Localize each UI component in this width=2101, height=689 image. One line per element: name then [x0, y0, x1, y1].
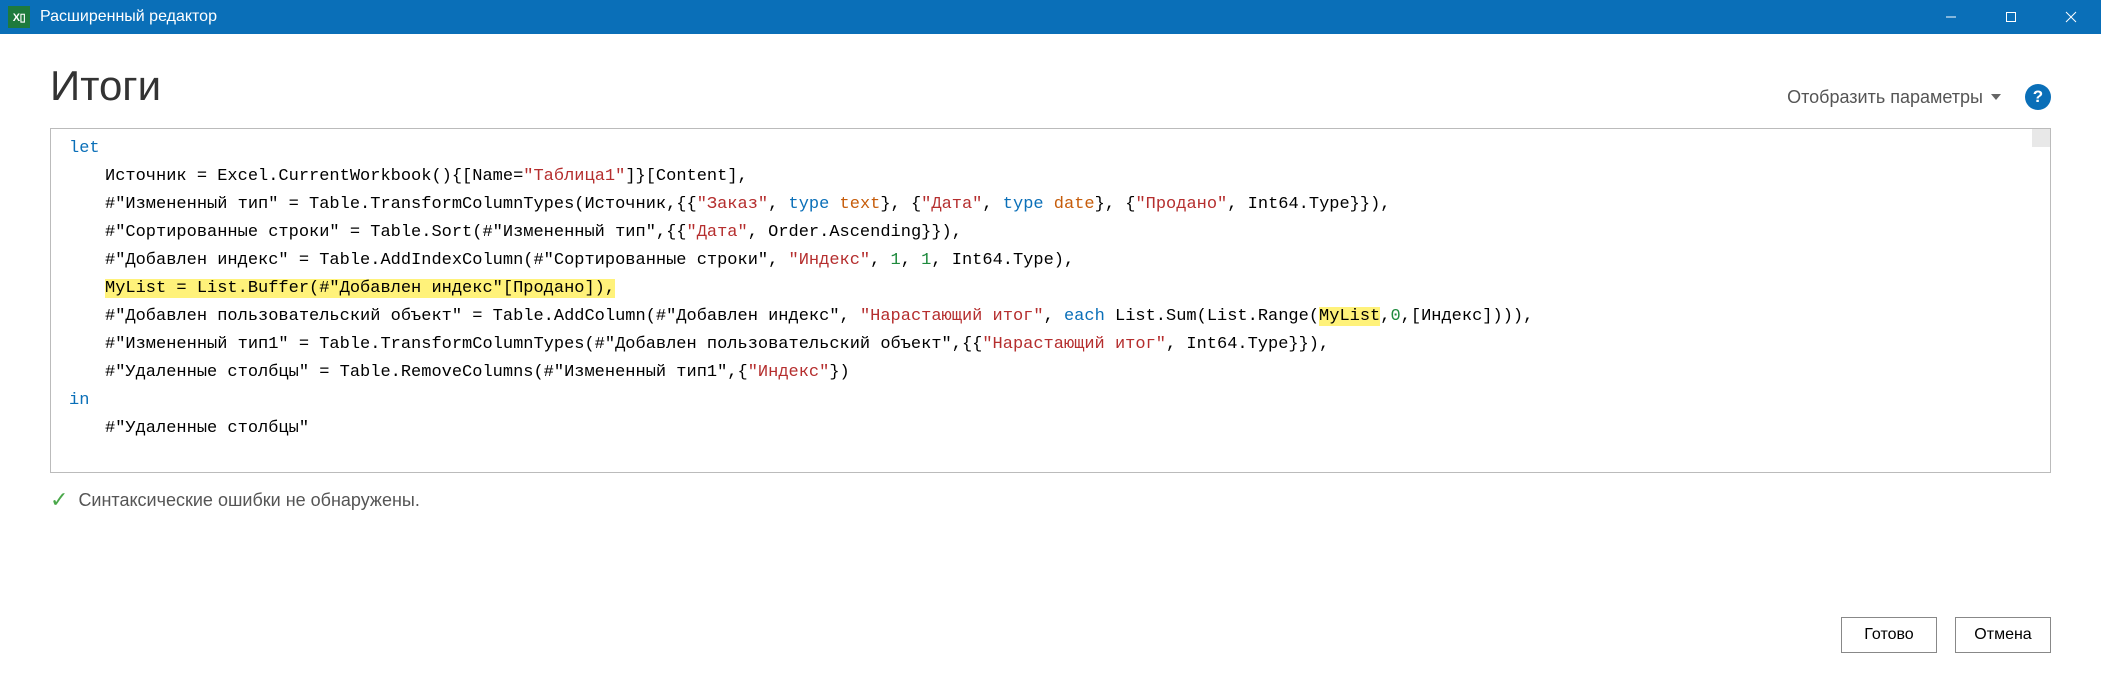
code-content: let Источник = Excel.CurrentWorkbook(){[…: [51, 129, 2050, 449]
keyword-let: let: [69, 139, 100, 158]
display-parameters-label: Отобразить параметры: [1787, 87, 1983, 108]
keyword-in: in: [69, 391, 89, 410]
status-text: Синтаксические ошибки не обнаружены.: [78, 490, 419, 511]
display-parameters-button[interactable]: Отобразить параметры: [1787, 87, 2001, 108]
scrollbar-corner[interactable]: [2032, 129, 2050, 147]
chevron-down-icon: [1991, 94, 2001, 100]
highlighted-line: MyList = List.Buffer(#"Добавлен индекс"[…: [105, 279, 615, 298]
code-editor[interactable]: let Источник = Excel.CurrentWorkbook(){[…: [50, 128, 2051, 473]
checkmark-icon: ✓: [50, 487, 68, 513]
close-button[interactable]: [2041, 0, 2101, 34]
status-bar: ✓ Синтаксические ошибки не обнаружены.: [50, 487, 2051, 513]
cancel-button[interactable]: Отмена: [1955, 617, 2051, 653]
done-button[interactable]: Готово: [1841, 617, 1937, 653]
page-title: Итоги: [50, 62, 161, 110]
window-title: Расширенный редактор: [40, 8, 217, 26]
minimize-button[interactable]: [1921, 0, 1981, 34]
maximize-button[interactable]: [1981, 0, 2041, 34]
excel-icon: X▯: [8, 6, 30, 28]
titlebar: X▯ Расширенный редактор: [0, 0, 2101, 34]
help-button[interactable]: ?: [2025, 84, 2051, 110]
